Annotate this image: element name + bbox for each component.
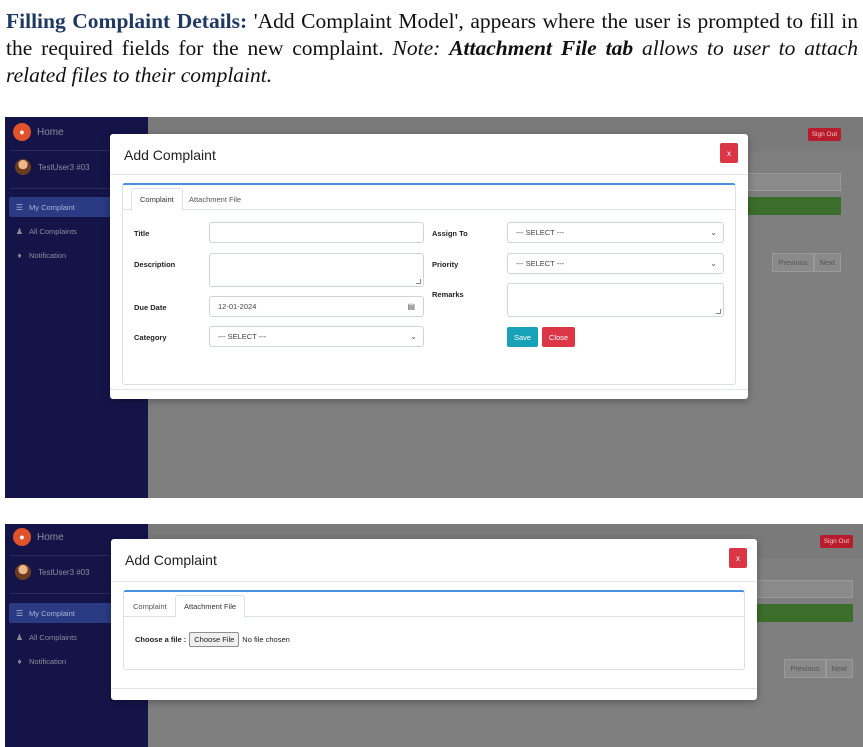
sidebar-item-label: My Complaint	[29, 608, 75, 618]
due-date-value: 12-01-2024	[218, 302, 257, 311]
users-check-icon: ♟	[15, 632, 24, 642]
attachment-card: Complaint Attachment File Choose a file …	[123, 590, 745, 670]
assign-to-value: --- SELECT ---	[516, 228, 565, 237]
category-select[interactable]: --- SELECT --- ⌄	[209, 326, 424, 347]
sidebar-home[interactable]: ● Home	[13, 123, 64, 141]
title-label: Title	[134, 229, 150, 238]
home-logo-icon: ●	[13, 528, 31, 546]
sign-out-button[interactable]: Sign Out	[819, 535, 853, 548]
chevron-down-icon: ⌄	[710, 228, 717, 237]
document-paragraph: Filling Complaint Details: 'Add Complain…	[6, 8, 858, 89]
add-complaint-modal: Add Complaint x Complaint Attachment Fil…	[110, 134, 748, 399]
user-name: TestUser3 #03	[38, 162, 90, 172]
avatar	[15, 159, 31, 175]
modal-header-divider	[111, 581, 757, 582]
assign-to-select[interactable]: --- SELECT --- ⌄	[507, 222, 724, 243]
tab-attachment-file[interactable]: Attachment File	[181, 188, 249, 211]
screenshot-attachment-tab: ● Home TestUser3 #03 ☰ My Complaint ♟ Al…	[5, 524, 863, 747]
sidebar-item-label: My Complaint	[29, 202, 75, 212]
choose-file-button[interactable]: Choose File	[189, 632, 240, 647]
users-check-icon: ♟	[15, 226, 24, 236]
close-button[interactable]: Close	[542, 327, 575, 347]
modal-title: Add Complaint	[125, 552, 217, 568]
section-heading: Filling Complaint Details:	[6, 9, 248, 33]
avatar	[15, 564, 31, 580]
description-textarea[interactable]	[209, 253, 424, 287]
modal-close-x-button[interactable]: x	[720, 143, 738, 163]
modal-footer-divider	[111, 688, 757, 689]
tab-complaint[interactable]: Complaint	[125, 595, 175, 618]
home-logo-icon: ●	[13, 123, 31, 141]
file-upload-row: Choose a file : Choose File No file chos…	[135, 632, 290, 647]
category-label: Category	[134, 333, 167, 342]
modal-close-x-button[interactable]: x	[729, 548, 747, 568]
complaint-card: Complaint Attachment File Title Descript…	[122, 183, 736, 385]
file-label: Choose a file :	[135, 635, 187, 644]
note-bold: Attachment File tab	[449, 36, 634, 60]
bell-icon: ♦	[17, 250, 22, 260]
user-name: TestUser3 #03	[38, 567, 90, 577]
sidebar-item-label: All Complaints	[29, 632, 77, 642]
home-label: Home	[37, 126, 64, 138]
background-pagination: Previous Next	[784, 659, 853, 678]
sidebar-home[interactable]: ● Home	[13, 528, 64, 546]
description-label: Description	[134, 260, 176, 269]
list-icon: ☰	[15, 608, 24, 618]
home-label: Home	[37, 531, 64, 543]
modal-title: Add Complaint	[124, 147, 216, 163]
priority-value: --- SELECT ---	[516, 259, 565, 268]
sign-out-button[interactable]: Sign Out	[807, 128, 841, 141]
due-date-label: Due Date	[134, 303, 167, 312]
tab-bar: Complaint Attachment File	[123, 185, 735, 211]
sidebar-item-label: Notification	[29, 250, 67, 260]
tab-bar: Complaint Attachment File	[124, 592, 744, 618]
remarks-label: Remarks	[432, 290, 464, 299]
remarks-textarea[interactable]	[507, 283, 724, 317]
note-prefix: Note:	[392, 36, 450, 60]
file-status: No file chosen	[242, 635, 290, 644]
next-button[interactable]: Next	[813, 253, 841, 272]
save-button[interactable]: Save	[507, 327, 538, 347]
modal-header-divider	[110, 174, 748, 175]
category-value: --- SELECT ---	[218, 332, 267, 341]
priority-label: Priority	[432, 260, 459, 269]
tab-complaint[interactable]: Complaint	[131, 188, 183, 211]
assign-to-label: Assign To	[432, 229, 468, 238]
background-pagination: Previous Next	[772, 253, 841, 272]
add-complaint-modal: Add Complaint x Complaint Attachment Fil…	[111, 539, 757, 700]
tab-attachment-file[interactable]: Attachment File	[175, 595, 246, 618]
sidebar-user[interactable]: TestUser3 #03	[15, 159, 90, 175]
calendar-icon[interactable]: ▤	[407, 302, 415, 311]
sidebar-item-label: Notification	[29, 656, 67, 666]
sidebar-user[interactable]: TestUser3 #03	[15, 564, 90, 580]
list-icon: ☰	[15, 202, 24, 212]
bell-icon: ♦	[17, 656, 22, 666]
previous-button[interactable]: Previous	[772, 253, 814, 272]
sidebar-item-label: All Complaints	[29, 226, 77, 236]
chevron-down-icon: ⌄	[710, 259, 717, 268]
due-date-input[interactable]: 12-01-2024 ▤	[209, 296, 424, 317]
screenshot-complaint-tab: ● Home TestUser3 #03 ☰ My Complaint ♟ Al…	[5, 117, 863, 498]
modal-footer-divider	[110, 389, 748, 390]
chevron-down-icon: ⌄	[410, 332, 417, 341]
next-button[interactable]: Next	[825, 659, 853, 678]
priority-select[interactable]: --- SELECT --- ⌄	[507, 253, 724, 274]
title-input[interactable]	[209, 222, 424, 243]
previous-button[interactable]: Previous	[784, 659, 826, 678]
